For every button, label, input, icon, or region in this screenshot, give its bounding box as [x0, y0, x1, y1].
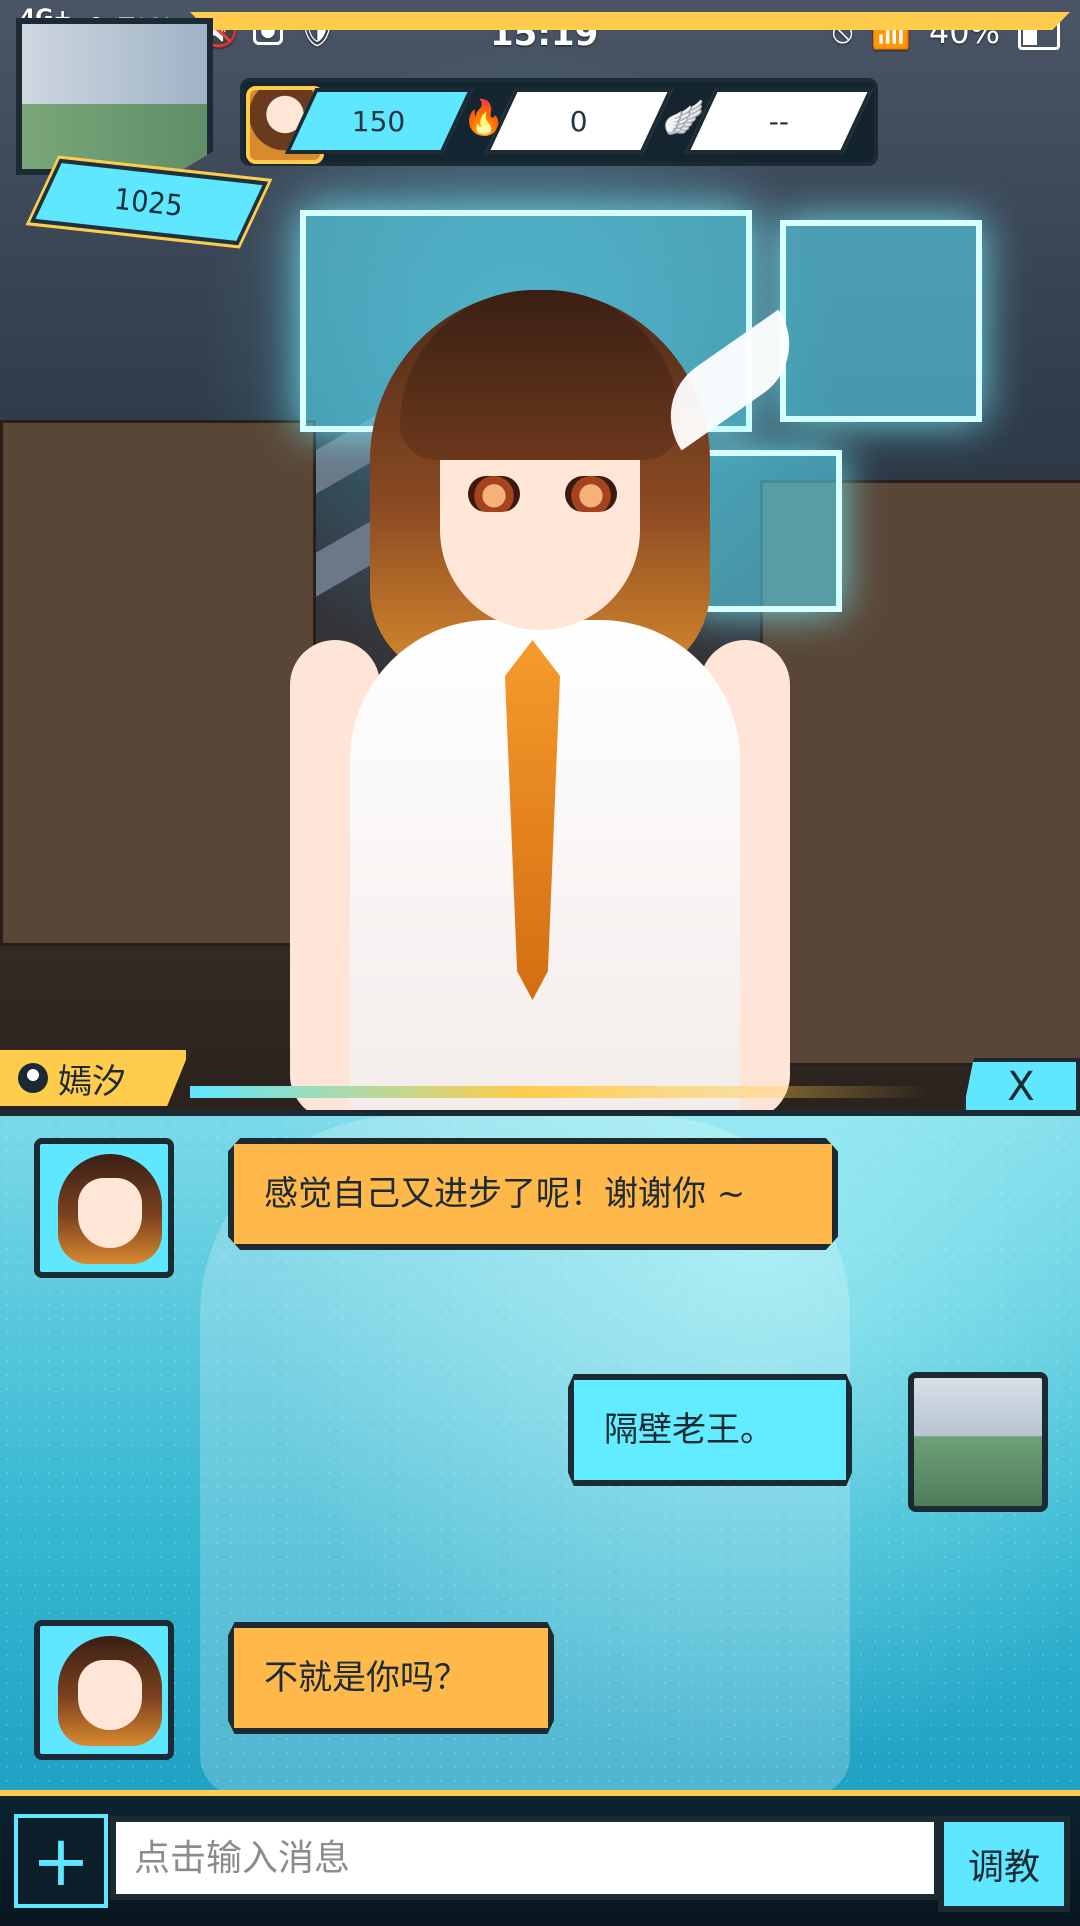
- stat-flame-value: 0: [570, 104, 588, 138]
- message-bubble-user: 隔壁老王。: [568, 1374, 852, 1486]
- character-eye-left: [468, 476, 520, 512]
- character-eye-right: [565, 476, 617, 512]
- message-input[interactable]: [110, 1816, 940, 1900]
- monitor-screen: [690, 450, 842, 612]
- stat-affection-value: 150: [352, 104, 406, 138]
- speaker-strip: 嫣汐 X: [0, 1050, 1080, 1116]
- speaker-avatar-icon: [18, 1063, 48, 1093]
- speaker-name: 嫣汐: [58, 1061, 126, 1102]
- stat-affection: 150: [284, 88, 474, 154]
- speaker-name-tag: 嫣汐: [0, 1050, 190, 1106]
- message-bubble-girl: 不就是你吗？: [228, 1622, 554, 1734]
- message-input-bar: + 调教: [0, 1790, 1080, 1926]
- plus-icon: +: [31, 1820, 91, 1902]
- message-text: 不就是你吗？: [264, 1658, 468, 1698]
- chat-panel: 感觉自己又进步了呢！谢谢你 ~ 隔壁老王。 不就是你吗？: [0, 1110, 1080, 1796]
- close-dialog-button[interactable]: X: [962, 1058, 1080, 1116]
- message-avatar-user: [908, 1372, 1048, 1512]
- train-button-label: 调教: [967, 1847, 1040, 1888]
- stat-wing: --: [684, 88, 874, 154]
- message-text: 隔壁老王。: [604, 1410, 774, 1450]
- message-avatar-girl: [34, 1138, 174, 1278]
- player-photo[interactable]: [16, 18, 213, 175]
- message-bubble-girl: 感觉自己又进步了呢！谢谢你 ~: [228, 1138, 838, 1250]
- player-score: 1025: [112, 181, 186, 223]
- close-icon: X: [1007, 1064, 1035, 1110]
- stat-wing-value: --: [768, 104, 790, 138]
- add-button[interactable]: +: [14, 1814, 108, 1908]
- monitor-screen: [780, 220, 982, 422]
- message-avatar-girl: [34, 1620, 174, 1760]
- speaker-strip-line: [190, 1086, 930, 1098]
- hud-top-accent: [190, 12, 1070, 30]
- train-button[interactable]: 调教: [938, 1816, 1070, 1912]
- message-text: 感觉自己又进步了呢！谢谢你 ~: [264, 1174, 746, 1214]
- stat-flame: 0: [484, 88, 674, 154]
- bookshelf-left: [0, 420, 316, 946]
